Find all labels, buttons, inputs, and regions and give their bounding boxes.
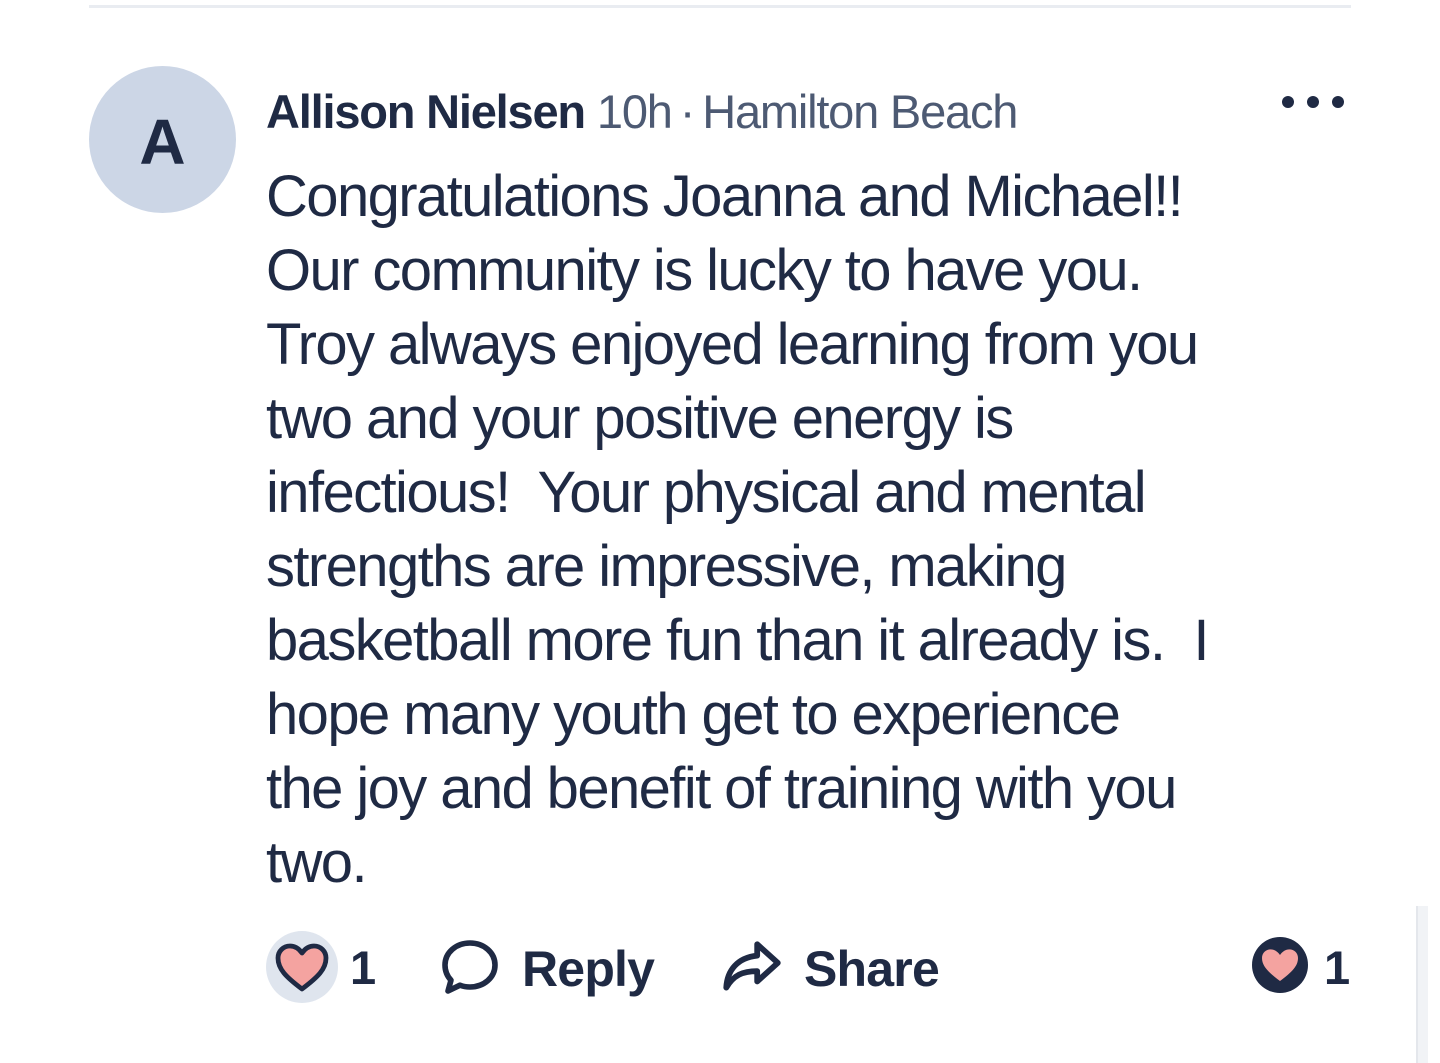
comment-line: two and your positive energy is [266,386,1014,451]
total-reaction-count: 1 [1324,940,1351,994]
heart-icon [1250,935,1310,1000]
speech-bubble-icon [438,935,502,1004]
reply-label: Reply [522,941,655,997]
share-arrow-icon [718,934,784,1005]
location[interactable]: Hamilton Beach [702,85,1018,138]
comment-screen: A Allison Nielsen 10h · Hamilton Beach Con… [0,0,1440,1063]
reaction-summary[interactable]: 1 [1250,934,1350,1000]
like-count: 1 [350,940,377,994]
comment-meta: 10h · Hamilton Beach [596,84,1018,139]
more-horizontal-icon [1282,96,1294,108]
comment-line: infectious! Your physical and mental [266,460,1147,525]
comment-body: Congratulations Joanna and Michael!! Our… [266,160,1376,900]
comment-line: the joy and benefit of training with you [266,756,1177,821]
like-button[interactable]: 1 [266,931,376,1003]
share-label: Share [804,941,940,997]
comment-line: Troy always enjoyed learning from you [266,312,1199,377]
divider [89,5,1351,8]
more-dot [1307,96,1319,108]
comment-header: Allison Nielsen 10h · Hamilton Beach [266,84,1018,140]
timestamp: 10h [596,85,673,138]
action-bar: 1 Reply Share 1 [266,928,1366,1012]
comment-line: strengths are impressive, making [266,534,1067,599]
avatar-initial: A [139,105,186,178]
author-name[interactable]: Allison Nielsen [266,84,586,139]
more-dot [1332,96,1344,108]
more-options-button[interactable] [1282,86,1344,118]
heart-icon [266,931,338,1003]
comment-line: Congratulations Joanna and Michael!! [266,164,1184,229]
comment-line: Our community is lucky to have you. [266,238,1143,303]
comment-line: hope many youth get to experience [266,682,1121,747]
reply-button[interactable]: Reply [438,931,655,1007]
meta-separator: · [679,85,696,138]
scrollbar[interactable] [1416,906,1428,1063]
comment-line: two. [266,830,368,895]
comment-line: basketball more fun than it already is. … [266,608,1209,673]
avatar[interactable]: A [89,66,236,213]
share-button[interactable]: Share [718,931,940,1007]
